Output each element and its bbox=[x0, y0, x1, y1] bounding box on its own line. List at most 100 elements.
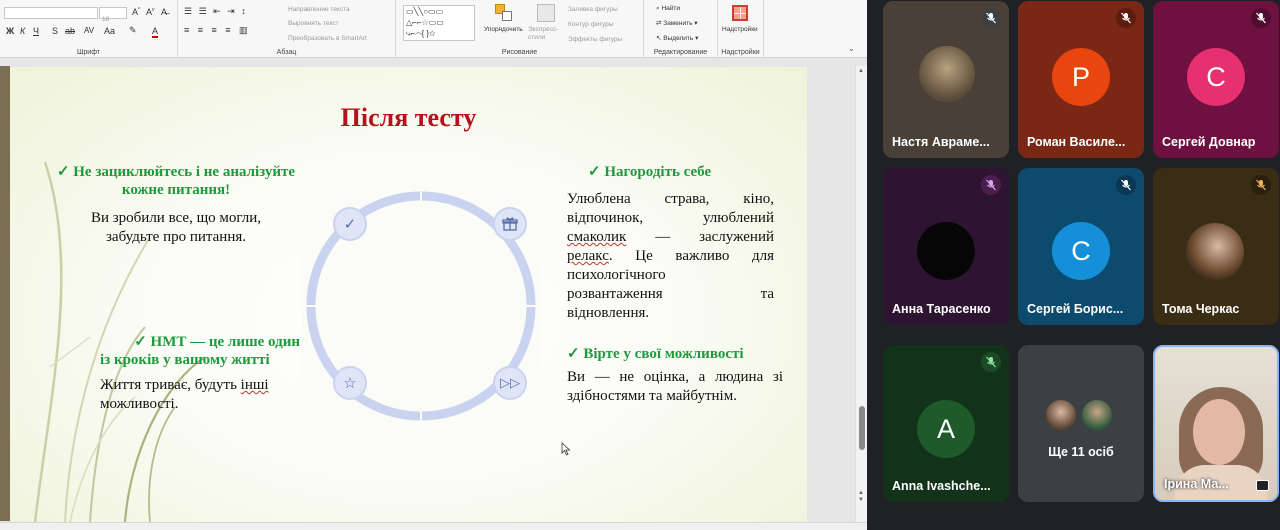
ribbon: 18 A^ Av A̶ Ж К Ч S ab AV Aa ✎ A Шрифт ☰… bbox=[0, 0, 867, 58]
participant-tile-2[interactable]: Р Роман Василе... bbox=[1018, 1, 1144, 158]
participant-tile-5[interactable]: С Сергей Борис... bbox=[1018, 168, 1144, 325]
star-icon: ☆ bbox=[333, 366, 367, 400]
case-button[interactable]: Aa bbox=[104, 26, 115, 36]
pip-icon[interactable] bbox=[1256, 480, 1269, 491]
muted-mic-icon bbox=[981, 352, 1001, 372]
slide[interactable]: Після тесту ✓ Не зациклюйтесь і не аналі… bbox=[10, 67, 807, 522]
addins-button[interactable]: Надстройки bbox=[722, 26, 758, 33]
collapse-ribbon-icon[interactable]: ⌄ bbox=[848, 44, 855, 53]
right-top-line3-rest: — заслужений bbox=[626, 229, 774, 245]
right-top-line4-rest: . Це важливо для bbox=[608, 248, 774, 264]
left-bottom-body-text: Життя триває, будуть bbox=[100, 377, 241, 393]
avatar: С bbox=[1052, 222, 1110, 280]
arrange-button[interactable]: Упорядочить bbox=[484, 26, 523, 33]
align-text-button[interactable]: Выровнять текст bbox=[288, 20, 339, 27]
avatar-photo bbox=[919, 46, 975, 102]
participant-name: Роман Василе... bbox=[1027, 135, 1126, 149]
arrange-icon bbox=[495, 4, 515, 22]
participant-name: Сергей Борис... bbox=[1027, 302, 1124, 316]
right-top-line4: релакс. Це важливо для bbox=[567, 247, 774, 266]
quick-styles-button[interactable]: Экспресс-стили bbox=[528, 26, 564, 42]
scroll-up-icon[interactable]: ▲ bbox=[858, 68, 864, 74]
left-top-heading: ✓ Не зациклюйтесь і не аналізуйте кожне … bbox=[40, 163, 312, 199]
participant-tile-7[interactable]: A Anna Ivashche... bbox=[883, 345, 1009, 502]
right-top-line3: смаколик — заслужений bbox=[567, 228, 774, 247]
powerpoint-window: 18 A^ Av A̶ Ж К Ч S ab AV Aa ✎ A Шрифт ☰… bbox=[0, 0, 867, 530]
drawing-group-label: Рисование bbox=[501, 49, 538, 56]
gift-icon bbox=[493, 207, 527, 241]
find-label: Найти bbox=[661, 5, 681, 12]
font-group: 18 A^ Av A̶ Ж К Ч S ab AV Aa ✎ A Шрифт bbox=[0, 0, 178, 58]
highlight-icon[interactable]: ✎ bbox=[129, 25, 137, 36]
video-face bbox=[1193, 399, 1245, 465]
right-top-misspelled-1: смаколик bbox=[567, 229, 627, 245]
text-direction-button[interactable]: Направление текста bbox=[288, 6, 350, 13]
shrink-font-button[interactable]: Av bbox=[146, 7, 155, 17]
prev-slide-icon[interactable]: ▲ ▼ bbox=[858, 490, 864, 504]
right-top-body: Улюблена страва, кіно, відпочинок, улюбл… bbox=[567, 190, 774, 323]
cycle-diagram: ✓ ☆ ▷▷ bbox=[302, 185, 540, 423]
align-buttons[interactable]: ≡ ≡ ≡ ≡ ▥ bbox=[184, 25, 251, 36]
bullets-button[interactable]: ☰ ☰ ⇤ ⇥ ↕ bbox=[184, 6, 248, 17]
paragraph-group-label: Абзац bbox=[276, 49, 297, 56]
participant-tile-3[interactable]: С Сергей Довнар bbox=[1153, 1, 1279, 158]
participant-tile-6[interactable]: Тома Черкас bbox=[1153, 168, 1279, 325]
shape-outline-button[interactable]: Контур фигуры bbox=[568, 21, 613, 28]
left-bottom-body-line2: можливості. bbox=[100, 396, 179, 412]
addins-icon bbox=[732, 5, 748, 21]
left-bottom-body-misspelled: інші bbox=[240, 377, 269, 393]
smartart-button[interactable]: Преобразовать в SmartArt bbox=[288, 35, 367, 42]
more-participants-tile[interactable]: Ще 11 осіб bbox=[1018, 345, 1144, 502]
right-bottom-line2: здібностями та майбутнім. bbox=[567, 388, 737, 404]
muted-mic-icon bbox=[1116, 175, 1136, 195]
left-top-heading-line1: ✓ Не зациклюйтесь і не аналізуйте bbox=[56, 164, 296, 180]
muted-mic-icon bbox=[1251, 175, 1271, 195]
shadow-button[interactable]: S bbox=[52, 26, 58, 36]
strike-button[interactable]: ab bbox=[65, 26, 75, 36]
italic-button[interactable]: К bbox=[20, 26, 25, 36]
shape-effects-button[interactable]: Эффекты фигуры bbox=[568, 36, 622, 43]
muted-mic-icon bbox=[981, 175, 1001, 195]
font-size-box[interactable]: 18 bbox=[99, 7, 127, 23]
clear-format-icon[interactable]: A̶ bbox=[161, 7, 167, 17]
right-top-line2: відпочинок, улюблений bbox=[567, 210, 774, 226]
left-bottom-heading-line1: ✓ НМТ — це лише один bbox=[134, 334, 300, 350]
avatar: Р bbox=[1052, 48, 1110, 106]
right-top-misspelled-2: релакс bbox=[567, 248, 609, 264]
participant-tile-1[interactable]: Настя Авраме... bbox=[883, 1, 1009, 158]
scrollbar-thumb[interactable] bbox=[859, 406, 865, 450]
left-bottom-body: Життя триває, будуть інші можливості. bbox=[100, 376, 310, 414]
underline-button[interactable]: Ч bbox=[33, 26, 39, 36]
right-top-line5: психологічного bbox=[567, 267, 666, 283]
find-button[interactable]: ⌕ Найти bbox=[656, 5, 680, 13]
spacing-button[interactable]: AV bbox=[84, 26, 94, 35]
horizontal-scrollbar[interactable] bbox=[0, 522, 867, 530]
screen: 18 A^ Av A̶ Ж К Ч S ab AV Aa ✎ A Шрифт ☰… bbox=[0, 0, 1280, 530]
participant-name: Ірина Ма... bbox=[1164, 477, 1229, 491]
grow-font-button[interactable]: A^ bbox=[132, 7, 140, 17]
left-bottom-heading-line2: із кроків у вашому житті bbox=[100, 352, 270, 368]
left-top-heading-line2: кожне питання! bbox=[121, 182, 231, 198]
bold-button[interactable]: Ж bbox=[6, 26, 14, 36]
avatar-photo bbox=[1186, 223, 1244, 281]
replace-button[interactable]: ⇄ Заменить ▾ bbox=[656, 19, 698, 27]
font-name-box[interactable] bbox=[4, 7, 98, 19]
muted-mic-icon bbox=[1116, 8, 1136, 28]
replace-label: Заменить bbox=[663, 20, 693, 27]
participant-name: Настя Авраме... bbox=[892, 135, 990, 149]
muted-mic-icon bbox=[1251, 8, 1271, 28]
shape-fill-button[interactable]: Заливка фигуры bbox=[568, 6, 618, 13]
select-label: Выделить bbox=[663, 35, 694, 42]
participant-name: Тома Черкас bbox=[1162, 302, 1240, 316]
editor-margin bbox=[809, 66, 855, 530]
vertical-scrollbar[interactable]: ▲ ▲ ▼ bbox=[855, 66, 867, 530]
font-color-button[interactable]: A bbox=[152, 26, 159, 38]
participant-tile-self[interactable]: Ірина Ма... bbox=[1153, 345, 1279, 502]
left-top-body-line2: забудьте про питання. bbox=[106, 229, 246, 245]
avatar: A bbox=[917, 400, 975, 458]
shapes-gallery[interactable]: ▭╲╲○▭▭ △⌐⌐☆▭▭ ⤷⌐⌒{ }☆ bbox=[403, 5, 475, 41]
participant-tile-4[interactable]: Анна Тарасенко bbox=[883, 168, 1009, 325]
font-size-value: 18 bbox=[102, 16, 110, 23]
slide-title: Після тесту bbox=[340, 103, 477, 132]
select-button[interactable]: ↖ Выделить ▾ bbox=[656, 34, 698, 42]
